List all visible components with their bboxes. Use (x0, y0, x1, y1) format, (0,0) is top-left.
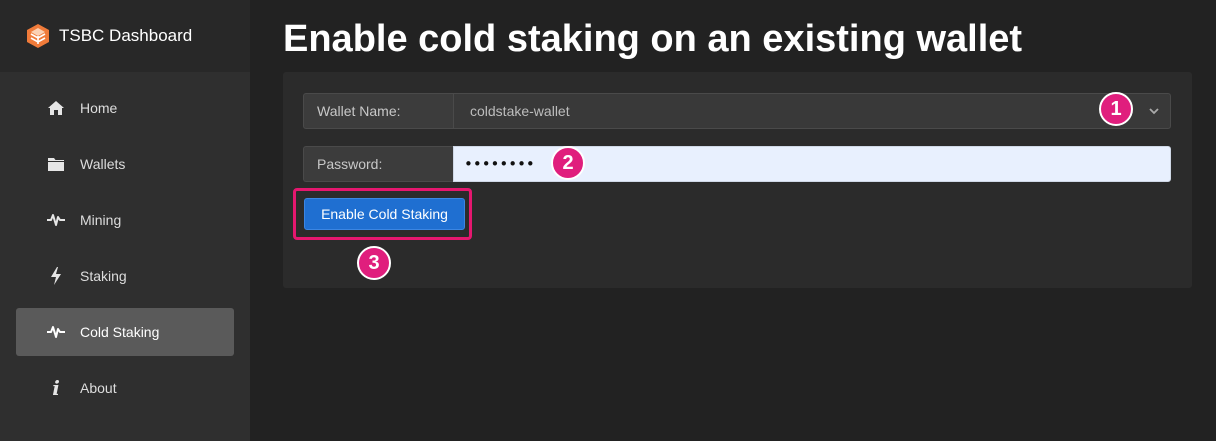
sidebar-item-label: Cold Staking (80, 324, 160, 340)
app-root: TSBC Dashboard Home Wallets Mining Staki… (0, 0, 1216, 441)
sidebar-item-label: Wallets (80, 156, 126, 172)
button-highlight: Enable Cold Staking (293, 188, 472, 240)
password-label: Password: (303, 146, 453, 182)
sidebar-item-label: About (80, 380, 117, 396)
sidebar-item-label: Staking (80, 268, 127, 284)
wallet-name-row: Wallet Name: coldstake-wallet (303, 93, 1171, 129)
brand[interactable]: TSBC Dashboard (0, 0, 250, 72)
sidebar-item-label: Home (80, 100, 118, 116)
sidebar-item-about[interactable]: i About (16, 364, 234, 412)
wallet-name-label: Wallet Name: (303, 93, 453, 129)
pulse-icon (46, 322, 66, 342)
step-badge-3: 3 (357, 246, 391, 280)
password-row: Password: (303, 146, 1171, 182)
cold-staking-form: Wallet Name: coldstake-wallet Password: … (283, 72, 1192, 288)
pulse-icon (46, 210, 66, 230)
bolt-icon (46, 266, 66, 286)
enable-cold-staking-button[interactable]: Enable Cold Staking (304, 198, 465, 230)
wallet-name-value: coldstake-wallet (470, 103, 570, 119)
wallet-name-select[interactable]: coldstake-wallet (453, 93, 1171, 129)
info-icon: i (52, 376, 60, 400)
sidebar-item-home[interactable]: Home (16, 84, 234, 132)
chevron-down-icon (1149, 108, 1159, 115)
page-title: Enable cold staking on an existing walle… (283, 18, 1023, 60)
sidebar-item-label: Mining (80, 212, 122, 228)
sidebar-item-staking[interactable]: Staking (16, 252, 234, 300)
folder-icon (46, 154, 66, 174)
sidebar-item-cold-staking[interactable]: Cold Staking (16, 308, 234, 356)
brand-name: TSBC Dashboard (59, 26, 193, 45)
step-badge-1: 1 (1099, 92, 1133, 126)
cube-logo-icon (27, 24, 49, 48)
sidebar: TSBC Dashboard Home Wallets Mining Staki… (0, 0, 250, 441)
sidebar-item-wallets[interactable]: Wallets (16, 140, 234, 188)
home-icon (46, 98, 66, 118)
step-badge-2: 2 (551, 146, 585, 180)
sidebar-nav: Home Wallets Mining Staking Cold Staking… (16, 84, 234, 420)
sidebar-item-mining[interactable]: Mining (16, 196, 234, 244)
